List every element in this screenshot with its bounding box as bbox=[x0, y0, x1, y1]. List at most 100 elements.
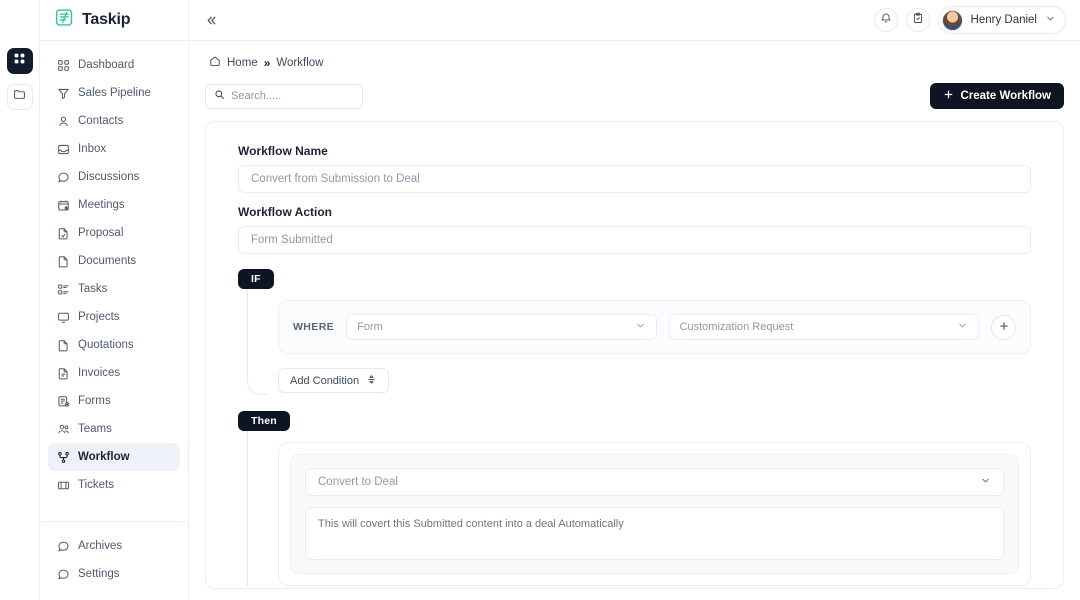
sidebar-item-label: Inbox bbox=[78, 143, 107, 155]
then-description-textarea[interactable]: This will covert this Submitted content … bbox=[305, 507, 1004, 560]
clipboard-check-icon bbox=[912, 11, 924, 29]
settings-bubble-icon bbox=[56, 567, 70, 581]
sidebar-item-dashboard[interactable]: Dashboard bbox=[48, 51, 180, 79]
breadcrumb-current: Workflow bbox=[276, 56, 324, 69]
notifications-button[interactable] bbox=[873, 8, 898, 32]
task-list-icon bbox=[56, 282, 70, 296]
sidebar-item-archives[interactable]: Archives bbox=[48, 532, 180, 560]
sidebar-item-forms[interactable]: Forms bbox=[48, 387, 180, 415]
file-quote-icon bbox=[56, 338, 70, 352]
chevron-down-icon bbox=[635, 320, 646, 334]
sidebar-item-label: Proposal bbox=[78, 227, 124, 239]
sidebar-item-label: Invoices bbox=[78, 367, 121, 379]
sidebar-item-label: Tasks bbox=[78, 283, 108, 295]
main-area: Henry Daniel Home » Workflow Search.....… bbox=[189, 0, 1080, 600]
projects-board-icon bbox=[56, 310, 70, 324]
add-condition-button[interactable]: Add Condition bbox=[278, 368, 390, 393]
sidebar-item-documents[interactable]: Documents bbox=[48, 247, 180, 275]
condition-field-select[interactable]: Form bbox=[346, 314, 657, 340]
funnel-icon bbox=[56, 86, 70, 100]
dashboard-grid-icon bbox=[56, 58, 70, 72]
workflow-name-input[interactable]: Convert from Submission to Deal bbox=[238, 165, 1031, 193]
sidebar-item-tasks[interactable]: Tasks bbox=[48, 275, 180, 303]
breadcrumb-home[interactable]: Home bbox=[227, 57, 258, 69]
sidebar-item-settings[interactable]: Settings bbox=[48, 560, 180, 588]
sidebar-item-projects[interactable]: Projects bbox=[48, 303, 180, 331]
where-label: WHERE bbox=[293, 321, 335, 333]
sidebar-item-label: Meetings bbox=[78, 199, 125, 211]
sidebar-item-label: Documents bbox=[78, 255, 137, 267]
file-proposal-icon bbox=[56, 226, 70, 240]
archive-bubble-icon bbox=[56, 539, 70, 553]
plus-icon bbox=[998, 319, 1010, 335]
search-box[interactable] bbox=[205, 83, 363, 109]
then-badge: Then bbox=[238, 411, 290, 431]
sidebar-item-label: Workflow bbox=[78, 451, 130, 463]
page-content: Home » Workflow Search..... Create Workf… bbox=[189, 41, 1080, 600]
avatar bbox=[941, 9, 963, 31]
sidebar-bottom-nav: Archives Settings bbox=[40, 521, 188, 600]
brand-name: Taskip bbox=[82, 11, 131, 28]
rail-item-apps[interactable] bbox=[6, 48, 33, 74]
workflow-node-icon bbox=[56, 450, 70, 464]
forms-icon bbox=[56, 394, 70, 408]
sidebar-item-label: Dashboard bbox=[78, 59, 135, 71]
sidebar-item-label: Contacts bbox=[78, 115, 124, 127]
then-action-inner: Convert to Deal This will covert this Su… bbox=[290, 454, 1019, 574]
topbar-actions: Henry Daniel bbox=[873, 6, 1066, 34]
rail-item-folder[interactable] bbox=[6, 84, 33, 110]
if-badge: IF bbox=[238, 269, 274, 289]
search-input[interactable] bbox=[231, 90, 354, 102]
icon-rail bbox=[0, 0, 40, 600]
search-icon bbox=[214, 87, 225, 105]
sidebar-item-label: Tickets bbox=[78, 479, 114, 491]
inbox-icon bbox=[56, 142, 70, 156]
grid-apps-icon bbox=[13, 52, 26, 70]
sidebar-item-quotations[interactable]: Quotations bbox=[48, 331, 180, 359]
sidebar-item-discussions[interactable]: Discussions bbox=[48, 163, 180, 191]
sidebar-item-label: Teams bbox=[78, 423, 112, 435]
create-workflow-label: Create Workflow bbox=[960, 90, 1051, 102]
user-icon bbox=[56, 114, 70, 128]
home-icon bbox=[209, 55, 221, 70]
condition-field-value: Form bbox=[357, 321, 383, 333]
chevron-double-left-icon[interactable] bbox=[201, 10, 221, 30]
sort-updown-icon bbox=[366, 374, 377, 388]
brand[interactable]: Taskip bbox=[40, 0, 188, 41]
file-invoice-icon bbox=[56, 366, 70, 380]
sidebar-item-invoices[interactable]: Invoices bbox=[48, 359, 180, 387]
sidebar-item-meetings[interactable]: Meetings bbox=[48, 191, 180, 219]
bell-icon bbox=[880, 11, 892, 29]
add-rule-button[interactable] bbox=[991, 314, 1016, 340]
breadcrumb: Home » Workflow bbox=[205, 41, 1064, 70]
breadcrumb-separator: » bbox=[263, 55, 271, 70]
ticket-icon bbox=[56, 478, 70, 492]
sidebar-item-sales-pipeline[interactable]: Sales Pipeline bbox=[48, 79, 180, 107]
sidebar-item-proposal[interactable]: Proposal bbox=[48, 219, 180, 247]
taskip-logo-icon bbox=[54, 7, 75, 33]
condition-value-select[interactable]: Customization Request bbox=[668, 314, 979, 340]
sidebar-nav: Dashboard Sales Pipeline Contacts Inbox … bbox=[40, 41, 188, 521]
plus-icon bbox=[943, 89, 954, 103]
workflow-name-label: Workflow Name bbox=[238, 144, 328, 158]
sidebar-item-label: Sales Pipeline bbox=[78, 87, 151, 99]
topbar: Henry Daniel bbox=[189, 0, 1080, 41]
sidebar-item-label: Archives bbox=[78, 540, 123, 552]
calendar-clock-icon bbox=[56, 198, 70, 212]
workflow-action-input[interactable]: Form Submitted bbox=[238, 226, 1031, 254]
sidebar-item-workflow[interactable]: Workflow bbox=[48, 443, 180, 471]
sidebar-item-label: Settings bbox=[78, 568, 120, 580]
sidebar-item-tickets[interactable]: Tickets bbox=[48, 471, 180, 499]
add-condition-label: Add Condition bbox=[290, 374, 360, 387]
then-branch: Convert to Deal This will covert this Su… bbox=[238, 431, 1031, 586]
then-action-select[interactable]: Convert to Deal bbox=[305, 468, 1004, 496]
tasks-button[interactable] bbox=[905, 8, 930, 32]
user-menu[interactable]: Henry Daniel bbox=[937, 6, 1066, 34]
file-document-icon bbox=[56, 254, 70, 268]
sidebar-item-teams[interactable]: Teams bbox=[48, 415, 180, 443]
create-workflow-button[interactable]: Create Workflow bbox=[930, 83, 1064, 109]
then-action-value: Convert to Deal bbox=[318, 476, 398, 488]
sidebar-item-inbox[interactable]: Inbox bbox=[48, 135, 180, 163]
chevron-down-icon bbox=[980, 475, 991, 489]
sidebar-item-contacts[interactable]: Contacts bbox=[48, 107, 180, 135]
